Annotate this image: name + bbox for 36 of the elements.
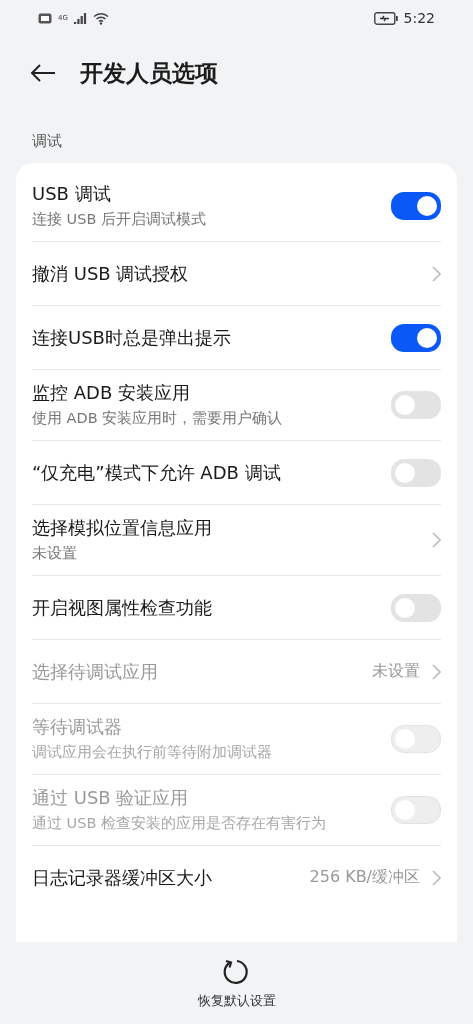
setting-description: 通过 USB 检查安装的应用是否存在有害行为: [32, 813, 327, 833]
setting-title: 开启视图属性检查功能: [32, 595, 213, 620]
setting-title: 等待调试器: [32, 714, 123, 739]
chevron-right-icon: [432, 663, 441, 680]
clock-time: 5:22: [403, 10, 435, 26]
back-arrow-icon[interactable]: [30, 63, 56, 83]
setting-title: USB 调试: [32, 181, 112, 206]
setting-description: 未设置: [32, 543, 78, 563]
toggle-switch[interactable]: [391, 323, 441, 352]
toggle-switch[interactable]: [391, 391, 441, 419]
setting-title: “仅充电”模式下允许 ADB 调试: [32, 460, 282, 485]
hd-icon: [38, 12, 52, 24]
setting-title: 日志记录器缓冲区大小: [32, 865, 213, 890]
signal-icon: [73, 12, 87, 24]
setting-description: 连接 USB 后开启调试模式: [32, 209, 207, 229]
page-title: 开发人员选项: [80, 58, 218, 88]
toggle-switch[interactable]: [391, 192, 441, 220]
setting-title: 通过 USB 验证应用: [32, 785, 190, 810]
setting-title: 监控 ADB 安装应用: [32, 380, 191, 405]
toggle-switch[interactable]: [391, 458, 441, 487]
chevron-right-icon: [432, 265, 441, 282]
setting-description: 调试应用会在执行前等待附加调试器: [32, 742, 273, 762]
section-label: 调试: [31, 131, 63, 152]
setting-title: 连接USB时总是弹出提示: [32, 325, 232, 350]
setting-title: 选择待调试应用: [32, 659, 159, 684]
setting-title: 撤消 USB 调试授权: [32, 261, 190, 286]
chevron-right-icon: [432, 869, 441, 886]
setting-description: 使用 ADB 安装应用时，需要用户确认: [32, 408, 284, 428]
wifi-icon: [92, 11, 109, 25]
battery-charging-icon: [373, 11, 398, 25]
setting-title: 选择模拟位置信息应用: [32, 515, 213, 540]
setting-value: 未设置: [372, 661, 420, 682]
setting-value: 256 KB/缓冲区: [309, 867, 420, 888]
reset-defaults-button[interactable]: 恢复默认设置: [193, 952, 280, 1014]
toggle-switch[interactable]: [391, 593, 441, 622]
chevron-right-icon: [432, 532, 441, 548]
